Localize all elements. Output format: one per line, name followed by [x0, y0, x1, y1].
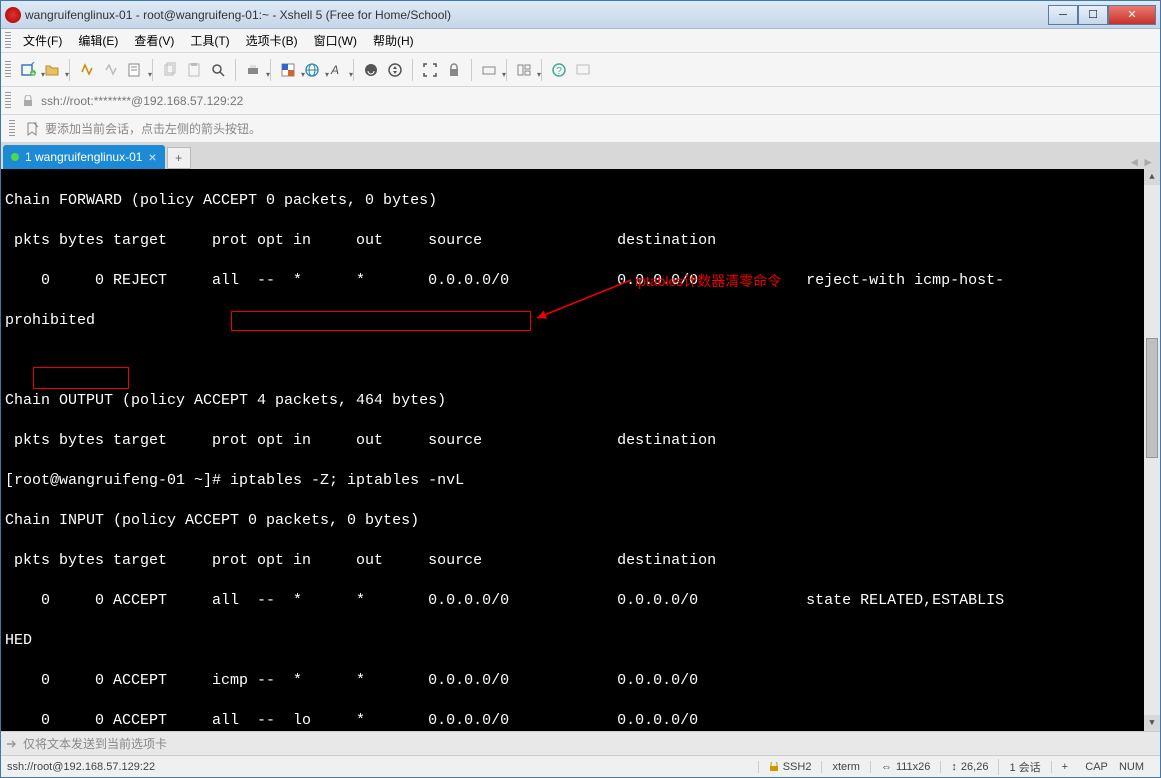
- tab-add-button[interactable]: +: [167, 147, 191, 169]
- minimize-button[interactable]: ─: [1048, 5, 1078, 25]
- menu-window[interactable]: 窗口(W): [306, 30, 365, 51]
- address-text[interactable]: ssh://root:********@192.168.57.129:22: [41, 94, 243, 108]
- terminal-line: pkts bytes target prot opt in out source…: [5, 551, 1156, 571]
- bookmark-icon[interactable]: [25, 122, 39, 136]
- menu-edit[interactable]: 编辑(E): [70, 30, 126, 51]
- terminal-line: Chain OUTPUT (policy ACCEPT 4 packets, 4…: [5, 391, 1156, 411]
- paste-button[interactable]: [183, 59, 205, 81]
- new-session-button[interactable]: +: [17, 59, 39, 81]
- tab-close-button[interactable]: ×: [148, 149, 156, 165]
- terminal-line: pkts bytes target prot opt in out source…: [5, 431, 1156, 451]
- status-bar: ssh://root@192.168.57.129:22 SSH2 xterm …: [1, 755, 1160, 777]
- grip-icon: [5, 92, 11, 110]
- tab-label: 1 wangruifenglinux-01: [25, 150, 142, 164]
- status-dot-icon: [11, 153, 19, 161]
- layout-button[interactable]: [513, 59, 535, 81]
- terminal-line: Chain INPUT (policy ACCEPT 0 packets, 0 …: [5, 511, 1156, 531]
- color-scheme-button[interactable]: [277, 59, 299, 81]
- status-connection: ssh://root@192.168.57.129:22: [7, 761, 758, 773]
- size-icon: ⇔: [881, 761, 892, 773]
- maximize-button[interactable]: ☐: [1078, 5, 1108, 25]
- tab-session-1[interactable]: 1 wangruifenglinux-01 ×: [3, 145, 165, 169]
- terminal-line: prohibited: [5, 311, 1156, 331]
- reconnect-button[interactable]: [76, 59, 98, 81]
- lock-icon: [769, 762, 779, 772]
- send-icon: [5, 737, 19, 751]
- scroll-down-button[interactable]: ▼: [1144, 715, 1160, 731]
- language-button[interactable]: [301, 59, 323, 81]
- copy-button[interactable]: [159, 59, 181, 81]
- terminal[interactable]: Chain FORWARD (policy ACCEPT 0 packets, …: [1, 169, 1160, 731]
- fullscreen-button[interactable]: [419, 59, 441, 81]
- close-button[interactable]: ✕: [1108, 5, 1156, 25]
- plus-icon: +: [1062, 761, 1068, 773]
- terminal-line: Chain FORWARD (policy ACCEPT 0 packets, …: [5, 191, 1156, 211]
- tab-nav: ◄ ►: [1128, 155, 1158, 169]
- find-button[interactable]: [207, 59, 229, 81]
- address-bar: ssh://root:********@192.168.57.129:22: [1, 87, 1160, 115]
- tab-bar: 1 wangruifenglinux-01 × + ◄ ►: [1, 143, 1160, 169]
- scroll-thumb[interactable]: [1146, 338, 1158, 458]
- window-title: wangruifenglinux-01 - root@wangruifeng-0…: [25, 8, 1048, 22]
- annotation-text: iptables计数器清零命令: [635, 271, 781, 291]
- status-pos: ↕ 26,26: [940, 761, 998, 773]
- svg-text:+: +: [31, 71, 35, 78]
- help-button[interactable]: ?: [548, 59, 570, 81]
- terminal-line: HED: [5, 631, 1156, 651]
- terminal-line: pkts bytes target prot opt in out source…: [5, 231, 1156, 251]
- tip-text: 要添加当前会话，点击左侧的箭头按钮。: [45, 120, 261, 137]
- svg-text:?: ?: [556, 66, 562, 77]
- lock-button[interactable]: [443, 59, 465, 81]
- annotation-box-counters: [33, 367, 129, 389]
- terminal-line: [root@wangruifeng-01 ~]# iptables -Z; ip…: [5, 471, 1156, 491]
- grip-icon: [5, 32, 11, 50]
- scroll-up-button[interactable]: ▲: [1144, 169, 1160, 185]
- keyboard-button[interactable]: [478, 59, 500, 81]
- status-sessions: 1 会话: [998, 759, 1050, 775]
- status-ssh: SSH2: [758, 761, 822, 773]
- menubar: 文件(F) 编辑(E) 查看(V) 工具(T) 选项卡(B) 窗口(W) 帮助(…: [1, 29, 1160, 53]
- toolbar: + A ?: [1, 53, 1160, 87]
- menu-tab[interactable]: 选项卡(B): [238, 30, 306, 51]
- disconnect-button[interactable]: [100, 59, 122, 81]
- menu-tools[interactable]: 工具(T): [182, 30, 237, 51]
- app-icon: [5, 7, 21, 23]
- status-size: ⇔ 111x26: [870, 761, 940, 773]
- titlebar: wangruifenglinux-01 - root@wangruifeng-0…: [1, 1, 1160, 29]
- send-text-placeholder: 仅将文本发送到当前选项卡: [23, 735, 167, 752]
- terminal-line: 0 0 ACCEPT icmp -- * * 0.0.0.0/0 0.0.0.0…: [5, 671, 1156, 691]
- status-caps: + CAP NUM: [1051, 761, 1154, 773]
- svg-text:A: A: [330, 63, 339, 77]
- menu-help[interactable]: 帮助(H): [365, 30, 422, 51]
- print-button[interactable]: [242, 59, 264, 81]
- pos-icon: ↕: [951, 761, 957, 773]
- terminal-line: [5, 351, 1156, 371]
- terminal-line: 0 0 ACCEPT all -- * * 0.0.0.0/0 0.0.0.0/…: [5, 591, 1156, 611]
- properties-button[interactable]: [124, 59, 146, 81]
- terminal-scrollbar[interactable]: ▲ ▼: [1144, 169, 1160, 731]
- tab-prev-button[interactable]: ◄: [1128, 155, 1140, 169]
- grip-icon: [9, 120, 15, 138]
- xftp-button[interactable]: [384, 59, 406, 81]
- terminal-line: 0 0 REJECT all -- * * 0.0.0.0/0 0.0.0.0/…: [5, 271, 1156, 291]
- tab-next-button[interactable]: ►: [1142, 155, 1154, 169]
- send-text-bar[interactable]: 仅将文本发送到当前选项卡: [1, 731, 1160, 755]
- about-button[interactable]: [572, 59, 594, 81]
- open-button[interactable]: [41, 59, 63, 81]
- status-term: xterm: [821, 761, 870, 773]
- lock-icon: [21, 94, 35, 108]
- font-button[interactable]: A: [325, 59, 347, 81]
- tip-bar: 要添加当前会话，点击左侧的箭头按钮。: [1, 115, 1160, 143]
- terminal-line: 0 0 ACCEPT all -- lo * 0.0.0.0/0 0.0.0.0…: [5, 711, 1156, 731]
- grip-icon: [5, 61, 11, 79]
- menu-view[interactable]: 查看(V): [126, 30, 182, 51]
- menu-file[interactable]: 文件(F): [15, 30, 70, 51]
- xagent-button[interactable]: [360, 59, 382, 81]
